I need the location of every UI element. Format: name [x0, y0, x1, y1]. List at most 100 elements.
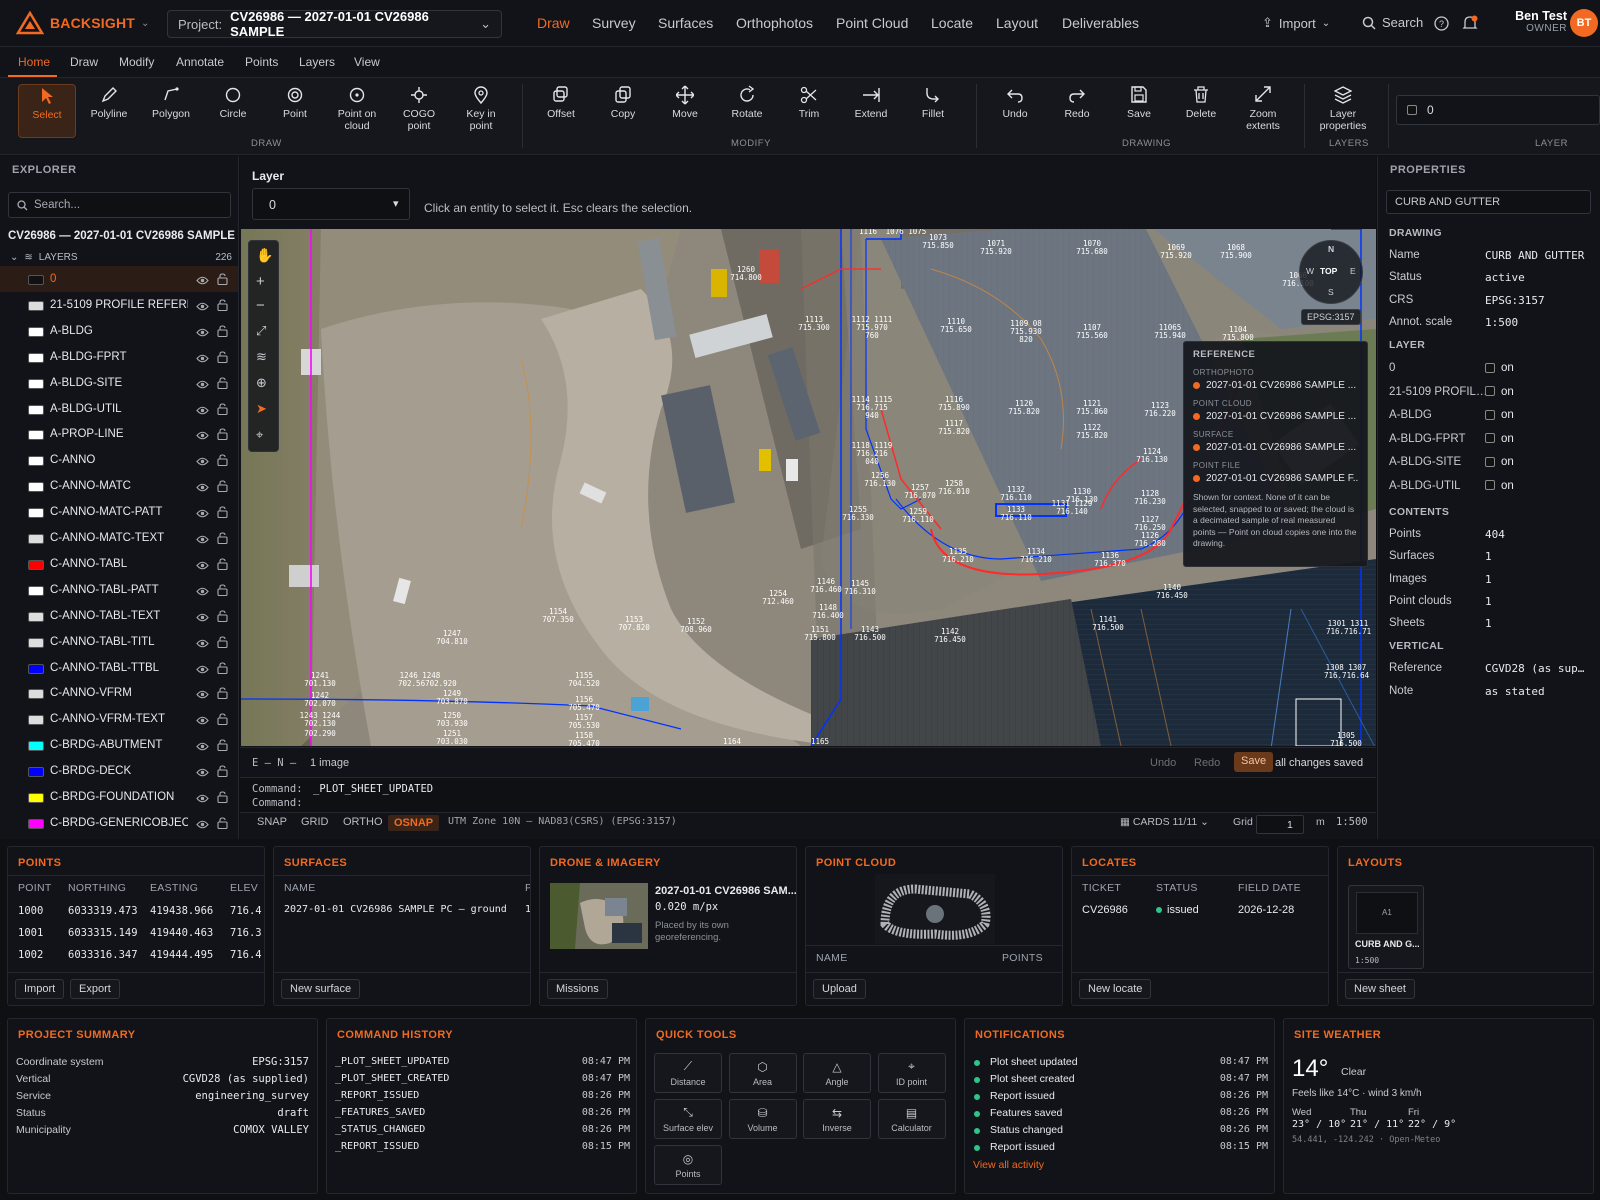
point-label[interactable]: 1141 716.500 — [1086, 616, 1130, 632]
point-label[interactable]: 1128 716.230 — [1128, 490, 1172, 506]
orthophoto-thumbnail[interactable] — [550, 883, 648, 949]
tool-fillet-button[interactable]: Fillet — [904, 84, 962, 138]
notification-row[interactable]: Report issued 08:15 PM — [965, 1141, 1274, 1157]
property-value[interactable]: on — [1485, 362, 1514, 374]
layers-header[interactable]: ⌄ ≋ LAYERS 226 — [10, 252, 232, 263]
lock-open-icon[interactable] — [217, 558, 228, 573]
eye-icon[interactable] — [196, 585, 209, 599]
point-label[interactable]: 1109 08 715.930 820 — [1004, 320, 1048, 344]
compass[interactable]: N S E W TOP — [1299, 240, 1363, 304]
history-row[interactable]: _FEATURES_SAVED 08:26 PM — [327, 1107, 636, 1123]
tool-save-button[interactable]: Save — [1110, 84, 1168, 138]
nav-deliverables[interactable]: Deliverables — [1062, 15, 1139, 31]
point-label[interactable]: 1133 716.110 — [994, 506, 1038, 522]
project-selector[interactable]: Project: CV26986 — 2027-01-01 CV26986 SA… — [167, 9, 502, 39]
point-label[interactable]: 1154 707.350 — [536, 608, 580, 624]
point-label[interactable]: 1118 1119 716.216 040 — [850, 442, 894, 466]
eye-icon[interactable] — [196, 507, 209, 521]
point-label[interactable]: 1243 1244 702.130 — [298, 712, 342, 728]
point-label[interactable]: 1143 716.500 — [848, 626, 892, 642]
brand[interactable]: BACKSIGHT ⌄ — [16, 11, 149, 35]
undo-button[interactable]: Undo — [1150, 757, 1176, 769]
point-label[interactable]: 1259 716.110 — [896, 508, 940, 524]
point-label[interactable]: 1071 715.920 — [974, 240, 1018, 256]
point-label[interactable]: 1152 708.960 — [674, 618, 718, 634]
properties-search[interactable]: CURB AND GUTTER — [1386, 190, 1591, 214]
tab-points[interactable]: Points — [245, 55, 278, 69]
command-line[interactable]: Command: _PLOT_SHEET_UPDATED Command: — [240, 777, 1376, 812]
save-button[interactable]: Save — [1234, 752, 1274, 772]
point-label[interactable]: 1134 716.210 — [1014, 548, 1058, 564]
history-row[interactable]: _REPORT_ISSUED 08:15 PM — [327, 1141, 636, 1157]
point-label[interactable]: 1114 1115 716.715 940 — [850, 396, 894, 420]
tab-modify[interactable]: Modify — [119, 55, 154, 69]
layer-row[interactable]: C-BRDG-ABUTMENT — [0, 732, 238, 758]
point-label[interactable]: 1251 703.030 — [430, 730, 474, 746]
eye-icon[interactable] — [196, 637, 209, 651]
point-label[interactable]: 1069 715.920 — [1154, 244, 1198, 260]
point-label[interactable]: 1301 1311 716.716.71 — [1326, 620, 1371, 636]
tool-select-button[interactable]: Select — [18, 84, 76, 138]
nav-layout[interactable]: Layout — [996, 15, 1038, 31]
eye-icon[interactable] — [196, 818, 209, 832]
quick-tool-inverse[interactable]: ⇆ Inverse — [803, 1099, 871, 1139]
lock-open-icon[interactable] — [217, 610, 228, 625]
cards-toggle[interactable]: ▦ CARDS 11/11 ⌄ — [1120, 816, 1209, 828]
import-points-button[interactable]: Import — [15, 979, 65, 999]
notification-row[interactable]: Status changed 08:26 PM — [965, 1124, 1274, 1140]
layer-row[interactable]: C-ANNO-MATC-TEXT — [0, 525, 238, 551]
point-label[interactable]: 1156 705.470 — [562, 696, 606, 712]
point-label[interactable]: 1260 714.800 — [724, 266, 768, 282]
layer-row[interactable]: A-BLDG-SITE — [0, 370, 238, 396]
point-cloud-thumbnail[interactable] — [875, 874, 995, 944]
lock-open-icon[interactable] — [217, 299, 228, 314]
ortho-name[interactable]: 2027-01-01 CV26986 SAM... — [655, 885, 796, 897]
eye-icon[interactable] — [196, 559, 209, 573]
layer-row[interactable]: C-BRDG-FOUNDATION — [0, 784, 238, 810]
point-label[interactable]: 1132 716.110 — [994, 486, 1038, 502]
layer-row[interactable]: C-ANNO-VFRM-TEXT — [0, 706, 238, 732]
tab-draw[interactable]: Draw — [70, 55, 98, 69]
checkbox[interactable] — [1485, 362, 1495, 373]
point-label[interactable]: 1242 702.070 — [298, 692, 342, 708]
point-label[interactable]: 1121 715.860 — [1070, 400, 1114, 416]
grid-toggle[interactable]: GRID — [301, 816, 329, 828]
point-label[interactable]: 1256 716.130 — [858, 472, 902, 488]
locate-ticket[interactable]: CV26986 — [1082, 904, 1128, 916]
checkbox[interactable] — [1485, 456, 1495, 467]
user-menu[interactable]: Ben Test OWNER — [1503, 9, 1567, 34]
history-row[interactable]: _PLOT_SHEET_UPDATED 08:47 PM — [327, 1056, 636, 1072]
nav-surfaces[interactable]: Surfaces — [658, 15, 713, 31]
tool-undo-button[interactable]: Undo — [986, 84, 1044, 138]
new-locate-button[interactable]: New locate — [1079, 979, 1152, 999]
point-label[interactable]: 1068 715.900 — [1214, 244, 1258, 260]
nav-draw[interactable]: Draw — [537, 15, 570, 31]
tool-trim-button[interactable]: Trim — [780, 84, 838, 138]
eye-icon[interactable] — [196, 663, 209, 677]
layer-row[interactable]: C-ANNO-MATC — [0, 473, 238, 499]
tool-redo-button[interactable]: Redo — [1048, 84, 1106, 138]
layer-row[interactable]: C-ANNO-TABL-TITL — [0, 629, 238, 655]
point-label[interactable]: 1249 703.870 — [430, 690, 474, 706]
eye-icon[interactable] — [196, 274, 209, 288]
ribbon-layer-select[interactable]: 0 — [1396, 95, 1600, 125]
point-label[interactable]: 1127 716.250 — [1128, 516, 1172, 532]
avatar[interactable]: BT — [1570, 9, 1598, 37]
layer-row[interactable]: C-ANNO-TABL-TTBL — [0, 655, 238, 681]
lock-open-icon[interactable] — [217, 454, 228, 469]
point-label[interactable]: 1131 1129 716.140 — [1050, 500, 1094, 516]
property-value[interactable]: on — [1485, 456, 1514, 468]
quick-tool-area[interactable]: ⬡ Area — [728, 1053, 797, 1093]
eye-icon[interactable] — [196, 300, 209, 314]
eye-icon[interactable] — [196, 378, 209, 392]
lock-open-icon[interactable] — [217, 273, 228, 288]
quick-tool-id-point[interactable]: ⌖ ID point — [877, 1053, 946, 1093]
lock-open-icon[interactable] — [217, 351, 228, 366]
sheet-thumbnail[interactable]: A1 CURB AND G... 1:500 — [1348, 885, 1424, 969]
lock-open-icon[interactable] — [217, 636, 228, 651]
lock-open-icon[interactable] — [217, 765, 228, 780]
notification-row[interactable]: Report issued 08:26 PM — [965, 1090, 1274, 1106]
eye-icon[interactable] — [196, 714, 209, 728]
explorer-search[interactable]: Search... — [8, 192, 231, 218]
lock-open-icon[interactable] — [217, 428, 228, 443]
